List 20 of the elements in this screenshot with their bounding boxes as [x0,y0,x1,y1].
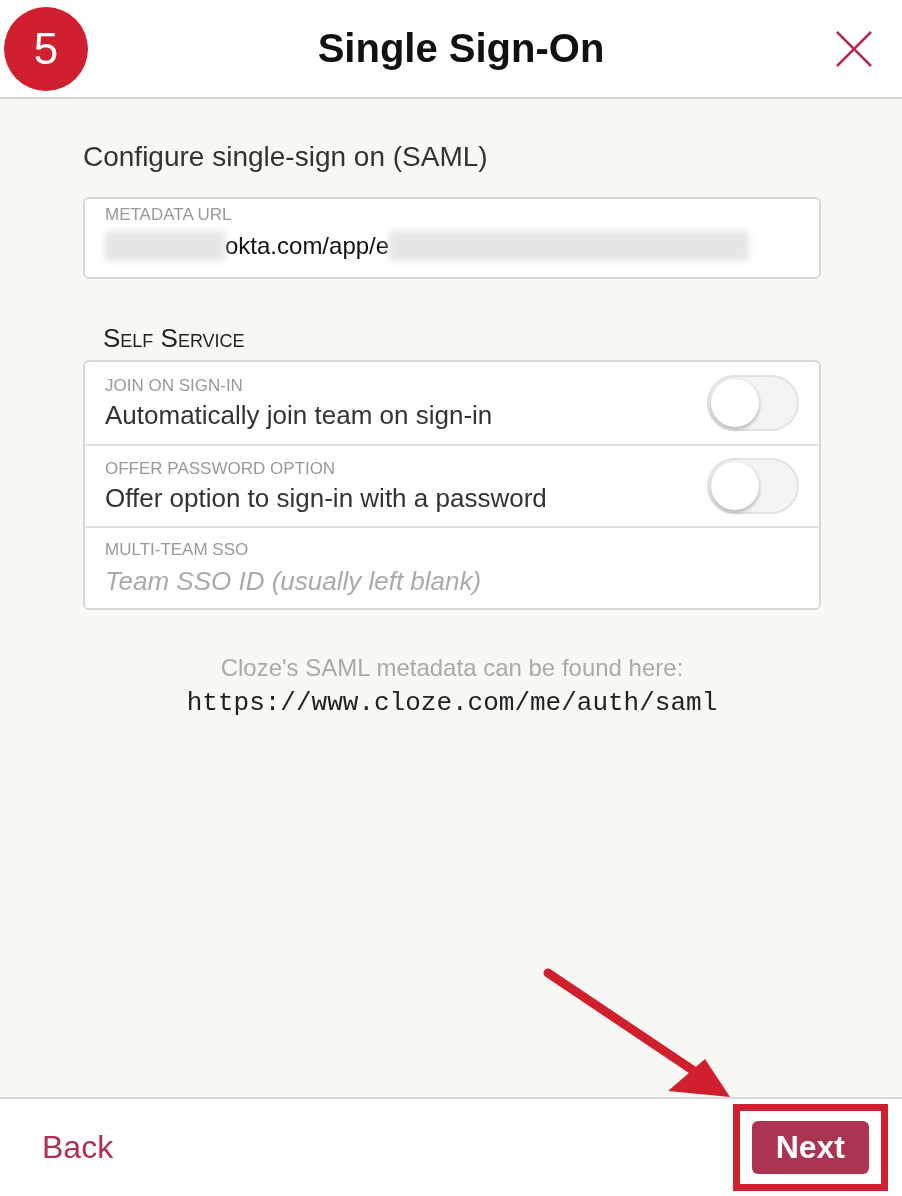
team-sso-input[interactable]: Team SSO ID (usually left blank) [105,565,799,597]
section-heading: Configure single-sign on (SAML) [83,141,489,173]
help-text: Cloze's SAML metadata can be found here: [219,654,685,682]
option-text: Offer option to sign-in with a password [105,482,547,514]
option-label: JOIN ON SIGN-IN [105,375,244,396]
option-label: OFFER PASSWORD OPTION [105,458,337,479]
option-label: MULTI-TEAM SSO [105,539,250,560]
step-badge: 5 [4,6,88,91]
dialog-title: Single Sign-On [317,26,605,71]
field-value: okta.com/app/e [225,232,390,260]
field-label: METADATA URL [105,205,233,225]
toggle-switch[interactable] [707,458,799,514]
back-button[interactable]: Back [42,1129,114,1166]
metadata-url: https://www.cloze.com/me/auth/saml [185,688,719,718]
next-button[interactable]: Next [751,1121,869,1174]
option-text: Automatically join team on sign-in [105,399,493,431]
toggle-switch[interactable] [707,375,799,431]
section-title: Self Service [103,323,246,354]
metadata-url-field[interactable]: METADATA URL okta.com/app/e [83,197,821,279]
close-button[interactable] [834,28,874,69]
